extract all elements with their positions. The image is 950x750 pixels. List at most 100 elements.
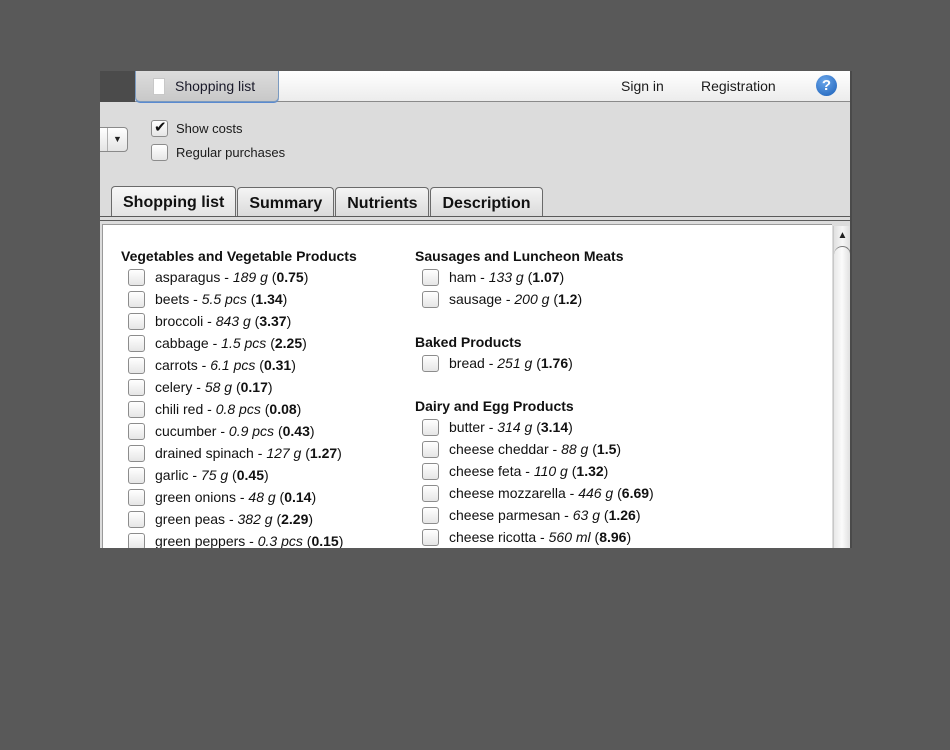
view-dropdown[interactable]: ▼ xyxy=(100,127,128,152)
item-cost-open: ( xyxy=(532,355,541,371)
item-cost-open: ( xyxy=(272,511,282,527)
item-checkbox[interactable] xyxy=(128,422,145,440)
item-checkbox[interactable] xyxy=(128,488,145,506)
item-cost-open: ( xyxy=(260,401,270,417)
item-quantity: 88 g xyxy=(561,441,589,457)
item-name: cheese parmesan xyxy=(449,507,561,523)
item-checkbox[interactable] xyxy=(128,466,145,484)
item-cost-close: ) xyxy=(559,269,565,285)
item-checkbox[interactable] xyxy=(128,400,145,418)
list-item[interactable]: green peppers - 0.3 pcs (0.15) xyxy=(121,530,357,548)
scrollbar-thumb[interactable] xyxy=(834,246,850,548)
registration-link[interactable]: Registration xyxy=(701,78,776,94)
item-name: cheese cheddar xyxy=(449,441,549,457)
item-checkbox[interactable] xyxy=(422,354,439,372)
item-separator: - xyxy=(225,511,238,527)
list-item[interactable]: cheese ricotta - 560 ml (8.96) xyxy=(415,526,654,548)
item-checkbox[interactable] xyxy=(422,418,439,436)
list-item[interactable]: garlic - 75 g (0.45) xyxy=(121,464,357,486)
tab-summary[interactable]: Summary xyxy=(237,187,335,217)
item-separator: - xyxy=(536,529,549,545)
tab-nutrients[interactable]: Nutrients xyxy=(335,187,430,217)
list-item[interactable]: green peas - 382 g (2.29) xyxy=(121,508,357,530)
item-checkbox[interactable] xyxy=(128,378,145,396)
item-quantity: 189 g xyxy=(232,269,268,285)
list-item[interactable]: cheese parmesan - 63 g (1.26) xyxy=(415,504,654,526)
item-cost-open: ( xyxy=(590,529,600,545)
item-checkbox[interactable] xyxy=(422,462,439,480)
item-checkbox[interactable] xyxy=(422,268,439,286)
item-cost-open: ( xyxy=(549,291,558,307)
item-checkbox[interactable] xyxy=(128,444,145,462)
item-cost: 1.27 xyxy=(309,445,338,461)
item-cost-open: ( xyxy=(523,269,533,285)
list-item[interactable]: green onions - 48 g (0.14) xyxy=(121,486,357,508)
item-checkbox[interactable] xyxy=(422,484,439,502)
list-item[interactable]: butter - 314 g (3.14) xyxy=(415,416,654,438)
help-icon[interactable]: ? xyxy=(816,75,837,96)
category-title: Vegetables and Vegetable Products xyxy=(121,248,357,264)
show-costs-checkbox[interactable]: Show costs xyxy=(151,118,242,137)
item-checkbox[interactable] xyxy=(128,312,145,330)
document-tab-shopping-list[interactable]: Shopping list xyxy=(135,71,279,102)
list-item[interactable]: cheese cheddar - 88 g (1.5) xyxy=(415,438,654,460)
regular-purchases-checkbox[interactable]: Regular purchases xyxy=(151,144,285,161)
item-checkbox[interactable] xyxy=(128,268,145,286)
list-item[interactable]: ham - 133 g (1.07) xyxy=(415,266,654,288)
item-cost-close: ) xyxy=(302,335,307,351)
list-item[interactable]: asparagus - 189 g (0.75) xyxy=(121,266,357,288)
item-name: beets xyxy=(155,291,190,307)
item-cost-close: ) xyxy=(568,355,573,371)
list-item[interactable]: sausage - 200 g (1.2) xyxy=(415,288,654,310)
item-cost-close: ) xyxy=(616,441,622,457)
item-checkbox[interactable] xyxy=(128,510,145,528)
item-separator: - xyxy=(208,335,222,351)
list-item[interactable]: celery - 58 g (0.17) xyxy=(121,376,357,398)
tab-description[interactable]: Description xyxy=(430,187,543,217)
show-costs-check-box[interactable] xyxy=(151,118,168,137)
item-checkbox[interactable] xyxy=(128,334,145,352)
list-item[interactable]: bread - 251 g (1.76) xyxy=(415,352,654,374)
list-item[interactable]: beets - 5.5 pcs (1.34) xyxy=(121,288,357,310)
item-checkbox[interactable] xyxy=(422,506,439,524)
vertical-scrollbar[interactable]: ▲ xyxy=(833,226,850,548)
item-separator: - xyxy=(548,441,562,457)
item-quantity: 1.5 pcs xyxy=(221,335,267,351)
sign-in-link[interactable]: Sign in xyxy=(621,78,664,94)
list-item[interactable]: cheese mozzarella - 446 g (6.69) xyxy=(415,482,654,504)
list-item[interactable]: broccoli - 843 g (3.37) xyxy=(121,310,357,332)
list-item[interactable]: chili red - 0.8 pcs (0.08) xyxy=(121,398,357,420)
item-checkbox[interactable] xyxy=(128,356,145,374)
column-right: Sausages and Luncheon Meats ham - 133 g (… xyxy=(415,246,654,548)
item-quantity: 48 g xyxy=(248,489,276,505)
scroll-up-icon[interactable]: ▲ xyxy=(834,226,850,245)
list-item[interactable]: cheese feta - 110 g (1.32) xyxy=(415,460,654,482)
item-quantity: 446 g xyxy=(578,485,614,501)
item-checkbox[interactable] xyxy=(422,290,439,308)
regular-purchases-check-box[interactable] xyxy=(151,144,168,161)
item-checkbox[interactable] xyxy=(128,532,145,548)
regular-purchases-label: Regular purchases xyxy=(176,145,286,160)
item-checkbox[interactable] xyxy=(422,440,439,458)
item-name: bread xyxy=(449,355,485,371)
item-cost: 1.2 xyxy=(558,291,578,307)
item-quantity: 382 g xyxy=(237,511,273,527)
list-item[interactable]: drained spinach - 127 g (1.27) xyxy=(121,442,357,464)
item-name: carrots xyxy=(155,357,198,373)
item-name: cucumber xyxy=(155,423,217,439)
item-cost: 0.17 xyxy=(240,379,268,395)
item-cost: 0.45 xyxy=(236,467,264,483)
item-name: green peppers xyxy=(155,533,246,548)
item-cost-close: ) xyxy=(308,511,314,527)
category-section: Baked Products bread - 251 g (1.76) xyxy=(415,332,654,374)
list-item[interactable]: carrots - 6.1 pcs (0.31) xyxy=(121,354,357,376)
item-separator: - xyxy=(197,357,211,373)
list-item[interactable]: cabbage - 1.5 pcs (2.25) xyxy=(121,332,357,354)
tab-shopping-list[interactable]: Shopping list xyxy=(111,186,237,217)
item-cost-open: ( xyxy=(600,507,609,523)
item-checkbox[interactable] xyxy=(128,290,145,308)
item-name: green onions xyxy=(155,489,236,505)
item-checkbox[interactable] xyxy=(422,528,439,546)
item-name: ham xyxy=(449,269,477,285)
list-item[interactable]: cucumber - 0.9 pcs (0.43) xyxy=(121,420,357,442)
